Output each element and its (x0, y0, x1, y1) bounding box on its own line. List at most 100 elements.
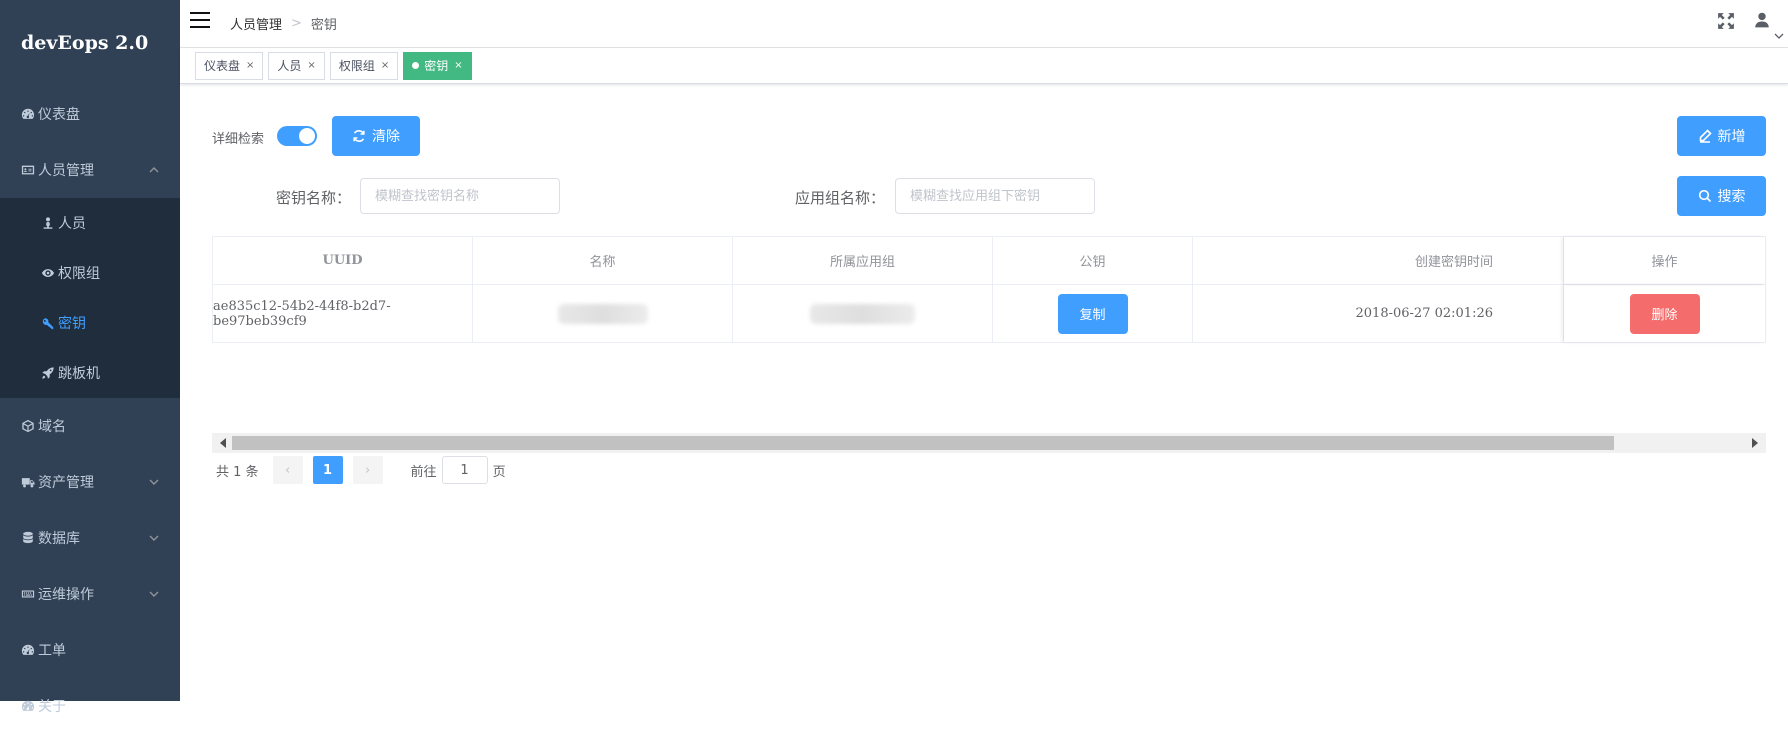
close-icon[interactable]: × (381, 60, 389, 71)
sidebar-item-ops[interactable]: 运维操作 (0, 566, 180, 622)
sidebar-item-label: 跳板机 (58, 363, 100, 383)
sidebar-item-keys[interactable]: 密钥 (0, 298, 180, 348)
close-icon[interactable]: × (307, 60, 315, 71)
chevron-down-icon[interactable] (1772, 26, 1786, 46)
breadcrumb-item-current: 密钥 (311, 14, 337, 33)
cell-created-time: 2018-06-27 02:01:26 (1193, 285, 1564, 342)
header-actions (1716, 8, 1788, 46)
fullscreen-icon[interactable] (1716, 11, 1736, 31)
clear-button[interactable]: 清除 (332, 116, 420, 156)
add-button[interactable]: 新增 (1677, 116, 1766, 156)
dashboard-icon (20, 698, 36, 714)
sidebar-item-dashboard[interactable]: 仪表盘 (0, 86, 180, 142)
advanced-search-toggle[interactable] (277, 126, 317, 146)
key-name-label: 密钥名称： (276, 187, 351, 208)
search-filters: 密钥名称： 应用组名称： 搜索 (212, 176, 1766, 216)
tag-dashboard[interactable]: 仪表盘 × (195, 52, 263, 80)
breadcrumb-separator: > (291, 16, 302, 31)
horizontal-scrollbar[interactable] (212, 433, 1766, 453)
cell-name-redacted (473, 285, 733, 342)
refresh-icon (352, 129, 366, 143)
redacted-text (810, 304, 915, 324)
close-icon[interactable]: × (246, 60, 254, 71)
search-button-label: 搜索 (1718, 186, 1746, 206)
sidebar-item-permission-groups[interactable]: 权限组 (0, 248, 180, 298)
breadcrumb: 人员管理 > 密钥 (230, 14, 337, 33)
chevron-down-icon (148, 532, 160, 544)
dashboard-icon (20, 106, 36, 122)
sidebar-item-domains[interactable]: 域名 (0, 398, 180, 454)
dashboard-icon (20, 642, 36, 658)
tag-keys[interactable]: 密钥 × (403, 52, 471, 80)
brand-logo: devEops 2.0 (0, 0, 180, 86)
tag-label: 密钥 (424, 57, 448, 74)
delete-button[interactable]: 删除 (1630, 294, 1700, 334)
tag-people[interactable]: 人员 × (268, 52, 324, 80)
column-header-app-group[interactable]: 所属应用组 (733, 237, 993, 284)
goto-page-input[interactable] (442, 456, 488, 484)
sidebar-item-label: 仪表盘 (38, 104, 80, 124)
breadcrumb-item[interactable]: 人员管理 (230, 14, 282, 33)
column-header-uuid[interactable]: UUID (213, 237, 473, 284)
id-card-icon (20, 162, 36, 178)
column-header-created-time[interactable]: 创建密钥时间 (1193, 237, 1564, 284)
next-page-button[interactable]: › (353, 456, 383, 484)
sidebar-item-database[interactable]: 数据库 (0, 510, 180, 566)
sidebar: devEops 2.0 仪表盘 人员管理 人员 权限组 (0, 0, 180, 701)
scroll-right-arrow-icon[interactable] (1752, 438, 1758, 448)
scroll-left-arrow-icon[interactable] (220, 438, 226, 448)
page-number-button[interactable]: 1 (313, 456, 343, 484)
redacted-text (558, 304, 648, 324)
scrollbar-thumb[interactable] (232, 436, 1614, 450)
truck-icon (20, 474, 36, 490)
sidebar-item-label: 密钥 (58, 313, 86, 333)
chevron-down-icon (148, 476, 160, 488)
search-button[interactable]: 搜索 (1677, 176, 1766, 216)
sidebar-item-tickets[interactable]: 工单 (0, 622, 180, 678)
sidebar-item-jump-server[interactable]: 跳板机 (0, 348, 180, 398)
search-icon (1698, 189, 1712, 203)
column-header-public-key[interactable]: 公钥 (993, 237, 1193, 284)
sidebar-item-about[interactable]: 关于 (0, 678, 180, 734)
clear-button-label: 清除 (372, 126, 400, 146)
toolbar: 详细检索 清除 新增 (212, 116, 1766, 156)
sidebar-item-label: 工单 (38, 640, 66, 660)
keyboard-icon (20, 586, 36, 602)
sidebar-item-people-management[interactable]: 人员管理 (0, 142, 180, 198)
advanced-search-label: 详细检索 (212, 128, 264, 147)
page-suffix: 页 (493, 461, 506, 480)
sidebar-item-label: 关于 (38, 696, 66, 716)
sidebar-item-label: 资产管理 (38, 472, 94, 492)
active-dot-icon (412, 62, 419, 69)
copy-button[interactable]: 复制 (1058, 294, 1128, 334)
user-avatar-icon[interactable] (1752, 10, 1772, 30)
column-header-actions: 操作 (1564, 237, 1765, 284)
key-icon (40, 315, 56, 331)
sidebar-item-assets[interactable]: 资产管理 (0, 454, 180, 510)
sidebar-item-label: 权限组 (58, 263, 100, 283)
pagination-total: 共 1 条 (216, 461, 259, 480)
keys-table: UUID 名称 所属应用组 公钥 创建密钥时间 操作 ae835c12-54b2… (212, 236, 1766, 343)
submenu-people-management: 人员 权限组 密钥 跳板机 (0, 198, 180, 398)
cell-actions: 删除 (1564, 285, 1765, 342)
sidebar-item-label: 人员管理 (38, 160, 94, 180)
eye-icon (40, 265, 56, 281)
app-group-name-input[interactable] (895, 178, 1095, 214)
key-name-input[interactable] (360, 178, 560, 214)
cell-app-group-redacted (733, 285, 993, 342)
table-row: ae835c12-54b2-44f8-b2d7-be97beb39cf9 复制 … (213, 285, 1765, 342)
hamburger-menu-icon[interactable] (190, 12, 210, 30)
sidebar-item-label: 运维操作 (38, 584, 94, 604)
tag-label: 人员 (277, 57, 301, 74)
main-content: 详细检索 清除 新增 密钥名称： 应用组名称： 搜索 UUID 名称 所属应用组… (212, 84, 1766, 701)
close-icon[interactable]: × (454, 60, 462, 71)
sidebar-item-label: 域名 (38, 416, 66, 436)
app-group-name-label: 应用组名称： (795, 187, 885, 208)
pagination-goto: 前往 页 (411, 456, 506, 484)
tag-permission-groups[interactable]: 权限组 × (330, 52, 398, 80)
sidebar-item-people[interactable]: 人员 (0, 198, 180, 248)
goto-label: 前往 (411, 461, 437, 480)
column-header-name[interactable]: 名称 (473, 237, 733, 284)
person-icon (40, 215, 56, 231)
prev-page-button[interactable]: ‹ (273, 456, 303, 484)
